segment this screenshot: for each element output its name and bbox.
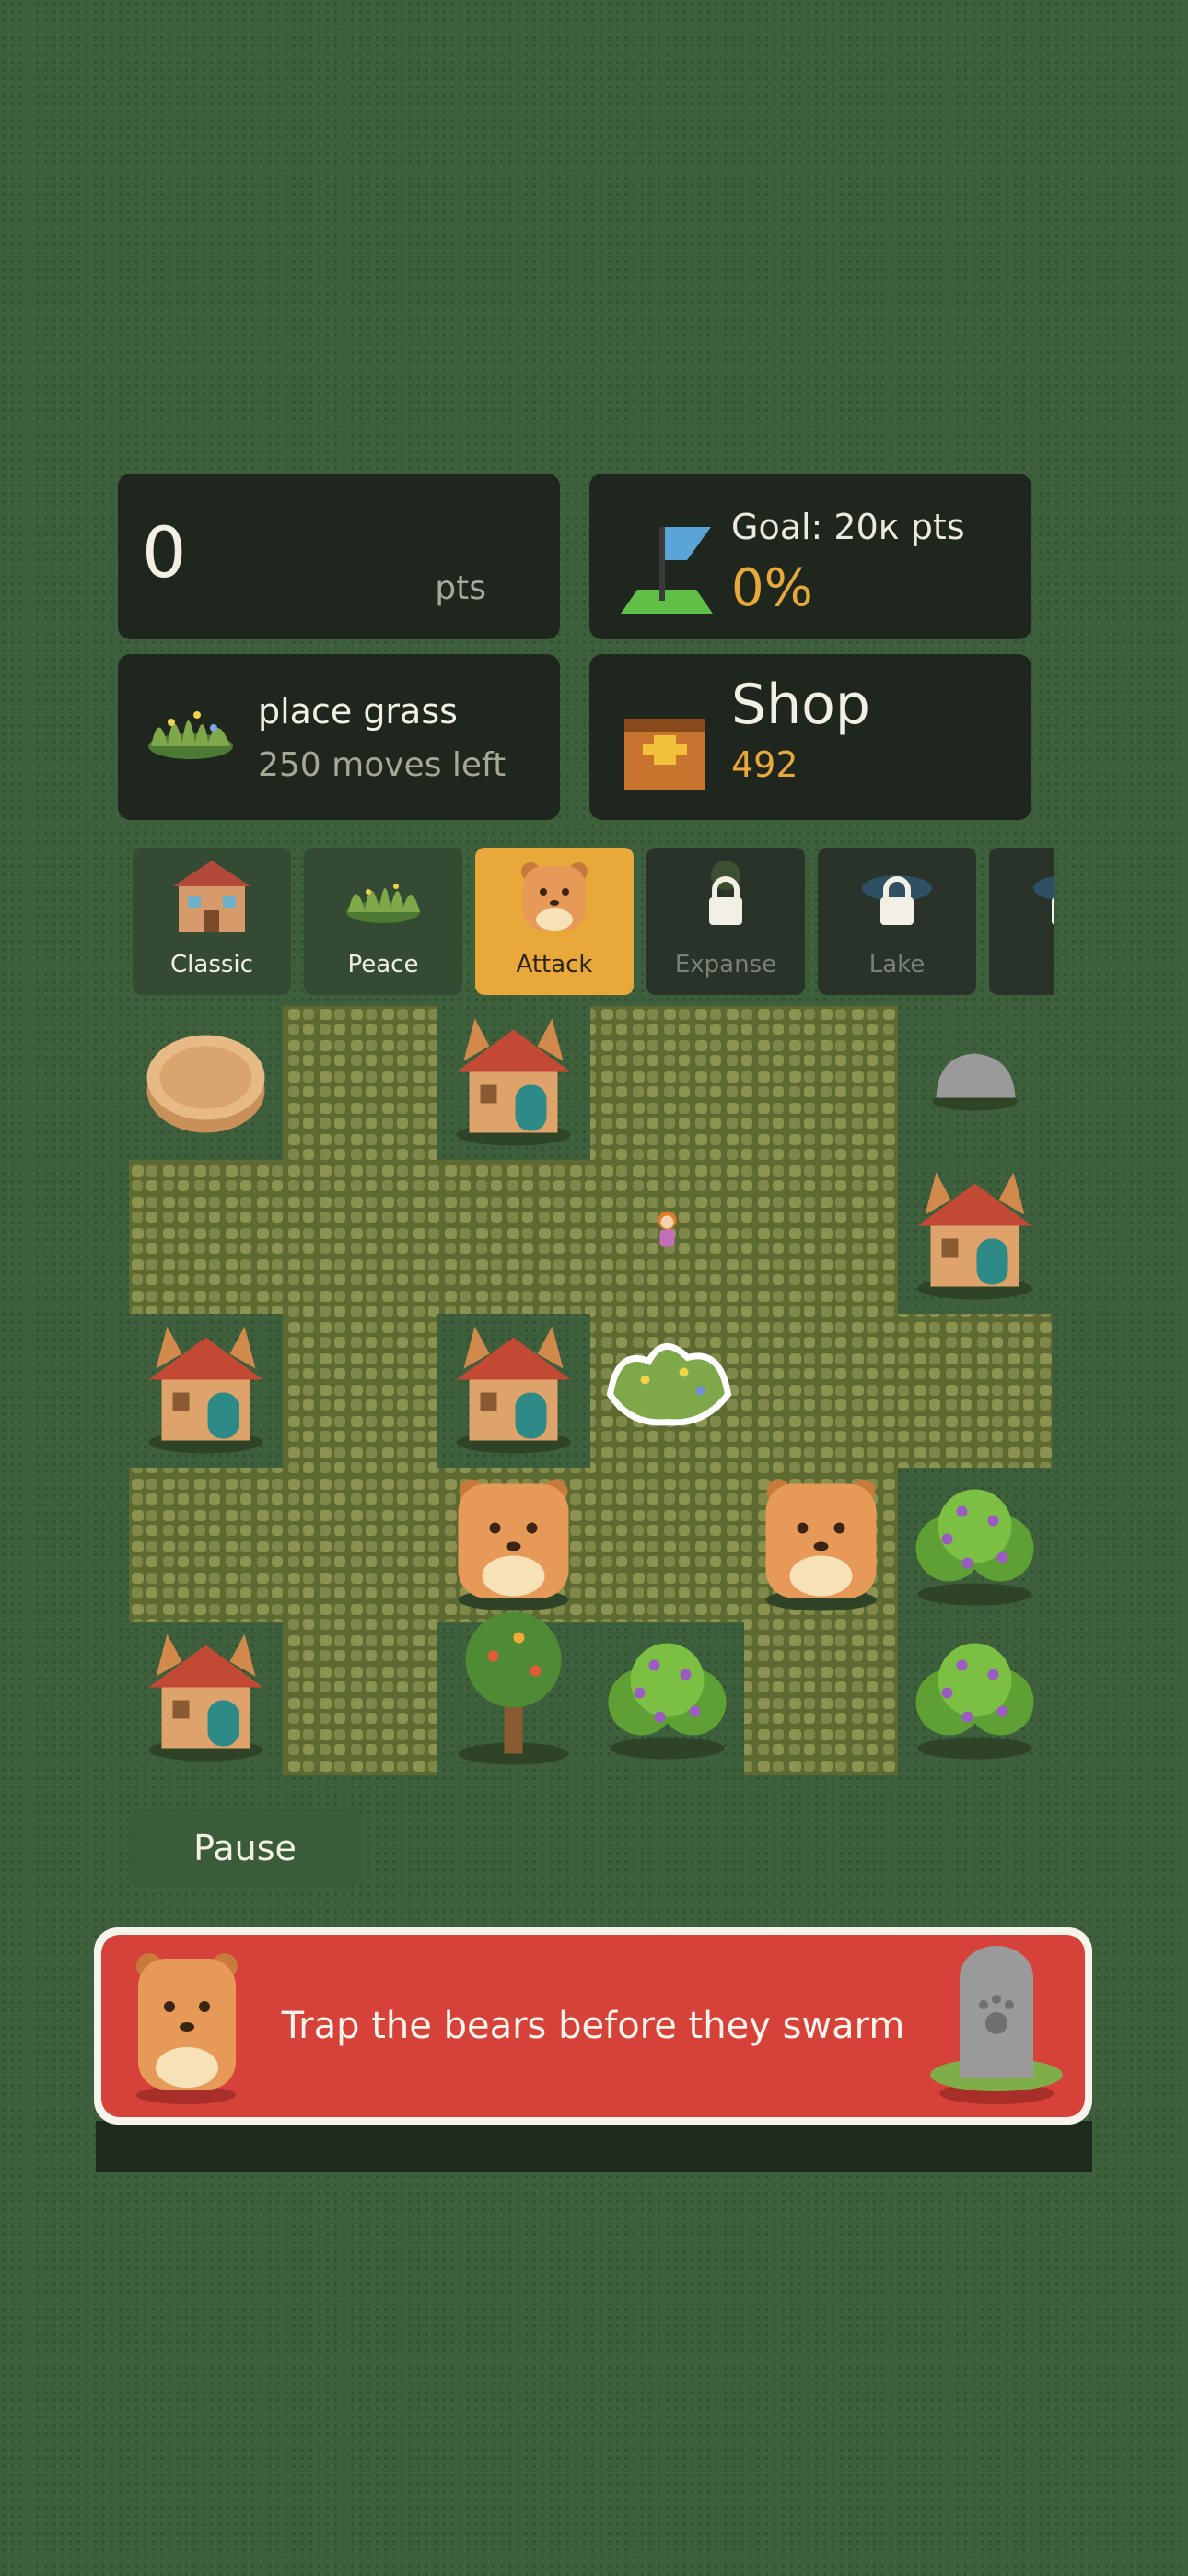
goal-progress: 0% xyxy=(731,558,813,618)
tombstone-icon xyxy=(930,1946,1063,2104)
task-panel: place grass 250 moves left xyxy=(118,654,560,820)
shop-title: Shop xyxy=(731,673,870,737)
path-tile[interactable] xyxy=(129,1468,283,1622)
game-board[interactable] xyxy=(129,1006,1055,1780)
path-tile[interactable] xyxy=(437,1160,590,1314)
path-tile[interactable] xyxy=(283,1468,437,1622)
goal-panel: Goal: 20к pts 0% xyxy=(589,474,1031,639)
tab-label: Peace xyxy=(347,951,419,978)
bear-icon[interactable] xyxy=(458,1479,569,1611)
path-tile[interactable] xyxy=(898,1314,1052,1468)
path-tile[interactable] xyxy=(129,1160,283,1314)
path-tile[interactable] xyxy=(744,1006,898,1160)
hint-banner: Trap the bears before they swarm xyxy=(94,1927,1092,2125)
lock-icon xyxy=(1033,876,1054,925)
lock-icon xyxy=(709,861,742,925)
mode-tabs: Classic Peace Attack Expanse Lake xyxy=(133,848,1054,995)
house-icon[interactable] xyxy=(456,1018,571,1146)
tab-label: Classic xyxy=(170,951,253,978)
house-icon xyxy=(173,861,250,932)
path-tile[interactable] xyxy=(744,1160,898,1314)
bear-icon[interactable] xyxy=(765,1479,877,1611)
path-tile[interactable] xyxy=(283,1622,437,1775)
path-tile[interactable] xyxy=(283,1006,437,1160)
shop-button[interactable]: Shop 492 xyxy=(589,654,1031,820)
path-tile[interactable] xyxy=(744,1314,898,1468)
tab-lake[interactable]: Lake xyxy=(818,848,976,995)
score-panel: 0 pts xyxy=(118,474,560,639)
tab-attack[interactable]: Attack xyxy=(475,848,634,995)
shop-coins: 492 xyxy=(731,744,798,785)
tab-label: Attack xyxy=(516,951,593,978)
tub-icon[interactable] xyxy=(146,1035,265,1133)
path-tile[interactable] xyxy=(283,1160,437,1314)
tab-peace[interactable]: Peace xyxy=(304,848,462,995)
tree-icon[interactable] xyxy=(458,1611,569,1765)
chest-icon xyxy=(624,719,705,790)
bear-icon xyxy=(521,862,588,931)
moves-left: 250 moves left xyxy=(258,746,507,784)
tab-expanse[interactable]: Expanse xyxy=(646,848,805,995)
lock-icon xyxy=(862,875,932,925)
path-tile[interactable] xyxy=(590,1468,744,1622)
tab-locked-next[interactable]: La xyxy=(989,848,1054,995)
task-title: place grass xyxy=(258,691,458,732)
hint-banner-body: Trap the bears before they swarm xyxy=(101,1935,1085,2117)
grass-icon xyxy=(346,884,420,923)
goal-title: Goal: 20к pts xyxy=(731,507,965,547)
flag-icon xyxy=(621,527,713,614)
house-icon[interactable] xyxy=(456,1326,571,1454)
tab-label: Lake xyxy=(868,951,926,978)
bush-icon[interactable] xyxy=(915,1643,1034,1760)
house-icon[interactable] xyxy=(148,1633,263,1762)
grass-icon xyxy=(148,711,233,759)
tab-label: Expanse xyxy=(674,951,777,978)
bush-icon[interactable] xyxy=(915,1489,1034,1606)
pause-button[interactable]: Pause xyxy=(129,1809,361,1887)
score-value: 0 xyxy=(142,511,187,593)
tab-label: La xyxy=(989,951,1054,978)
path-tile[interactable] xyxy=(590,1006,744,1160)
rock-icon[interactable] xyxy=(932,1053,1018,1111)
board-grid[interactable] xyxy=(129,1006,1055,1780)
grass-icon[interactable] xyxy=(606,1343,732,1426)
hint-banner-shadow xyxy=(96,2121,1092,2172)
house-icon[interactable] xyxy=(917,1172,1032,1300)
score-unit: pts xyxy=(435,569,486,607)
path-tile[interactable] xyxy=(283,1314,437,1468)
path-tile[interactable] xyxy=(744,1622,898,1775)
tab-classic[interactable]: Classic xyxy=(133,848,291,995)
house-icon[interactable] xyxy=(148,1326,263,1454)
bush-icon[interactable] xyxy=(608,1643,727,1760)
